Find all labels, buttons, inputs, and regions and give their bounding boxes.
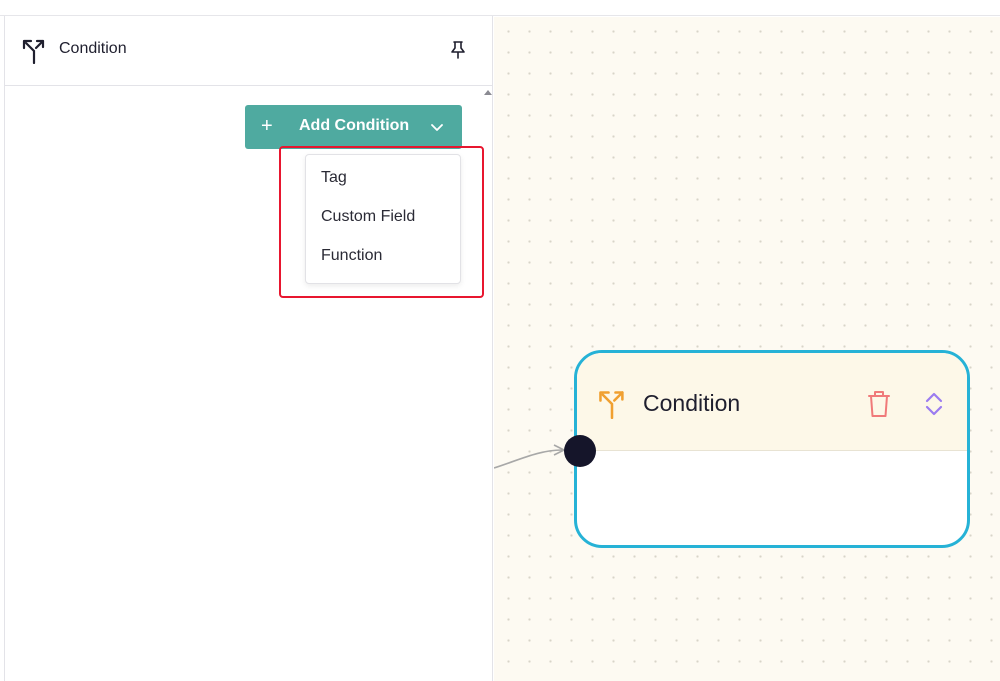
branch-icon bbox=[22, 39, 45, 64]
chevron-down-icon bbox=[431, 124, 443, 131]
node-input-handle[interactable] bbox=[564, 435, 596, 467]
top-strip bbox=[0, 0, 1000, 16]
branch-icon bbox=[599, 391, 624, 419]
panel-header: Condition bbox=[5, 16, 492, 86]
scroll-up-arrow-icon[interactable] bbox=[483, 88, 493, 96]
panel-title: Condition bbox=[59, 40, 127, 57]
expand-collapse-icon[interactable] bbox=[923, 390, 945, 418]
add-condition-label: Add Condition bbox=[299, 117, 410, 134]
add-condition-button[interactable]: + Add Condition bbox=[245, 105, 462, 149]
trash-icon[interactable] bbox=[866, 389, 892, 419]
node-title: Condition bbox=[643, 390, 741, 416]
condition-node[interactable]: Condition bbox=[574, 350, 970, 548]
condition-panel: Condition + Add Condition Tag Custom Fie… bbox=[4, 16, 493, 681]
highlight-box bbox=[279, 146, 484, 298]
node-header: Condition bbox=[577, 353, 967, 451]
pin-icon[interactable] bbox=[449, 40, 467, 60]
flow-canvas[interactable] bbox=[494, 17, 1000, 681]
plus-icon: + bbox=[261, 115, 273, 137]
